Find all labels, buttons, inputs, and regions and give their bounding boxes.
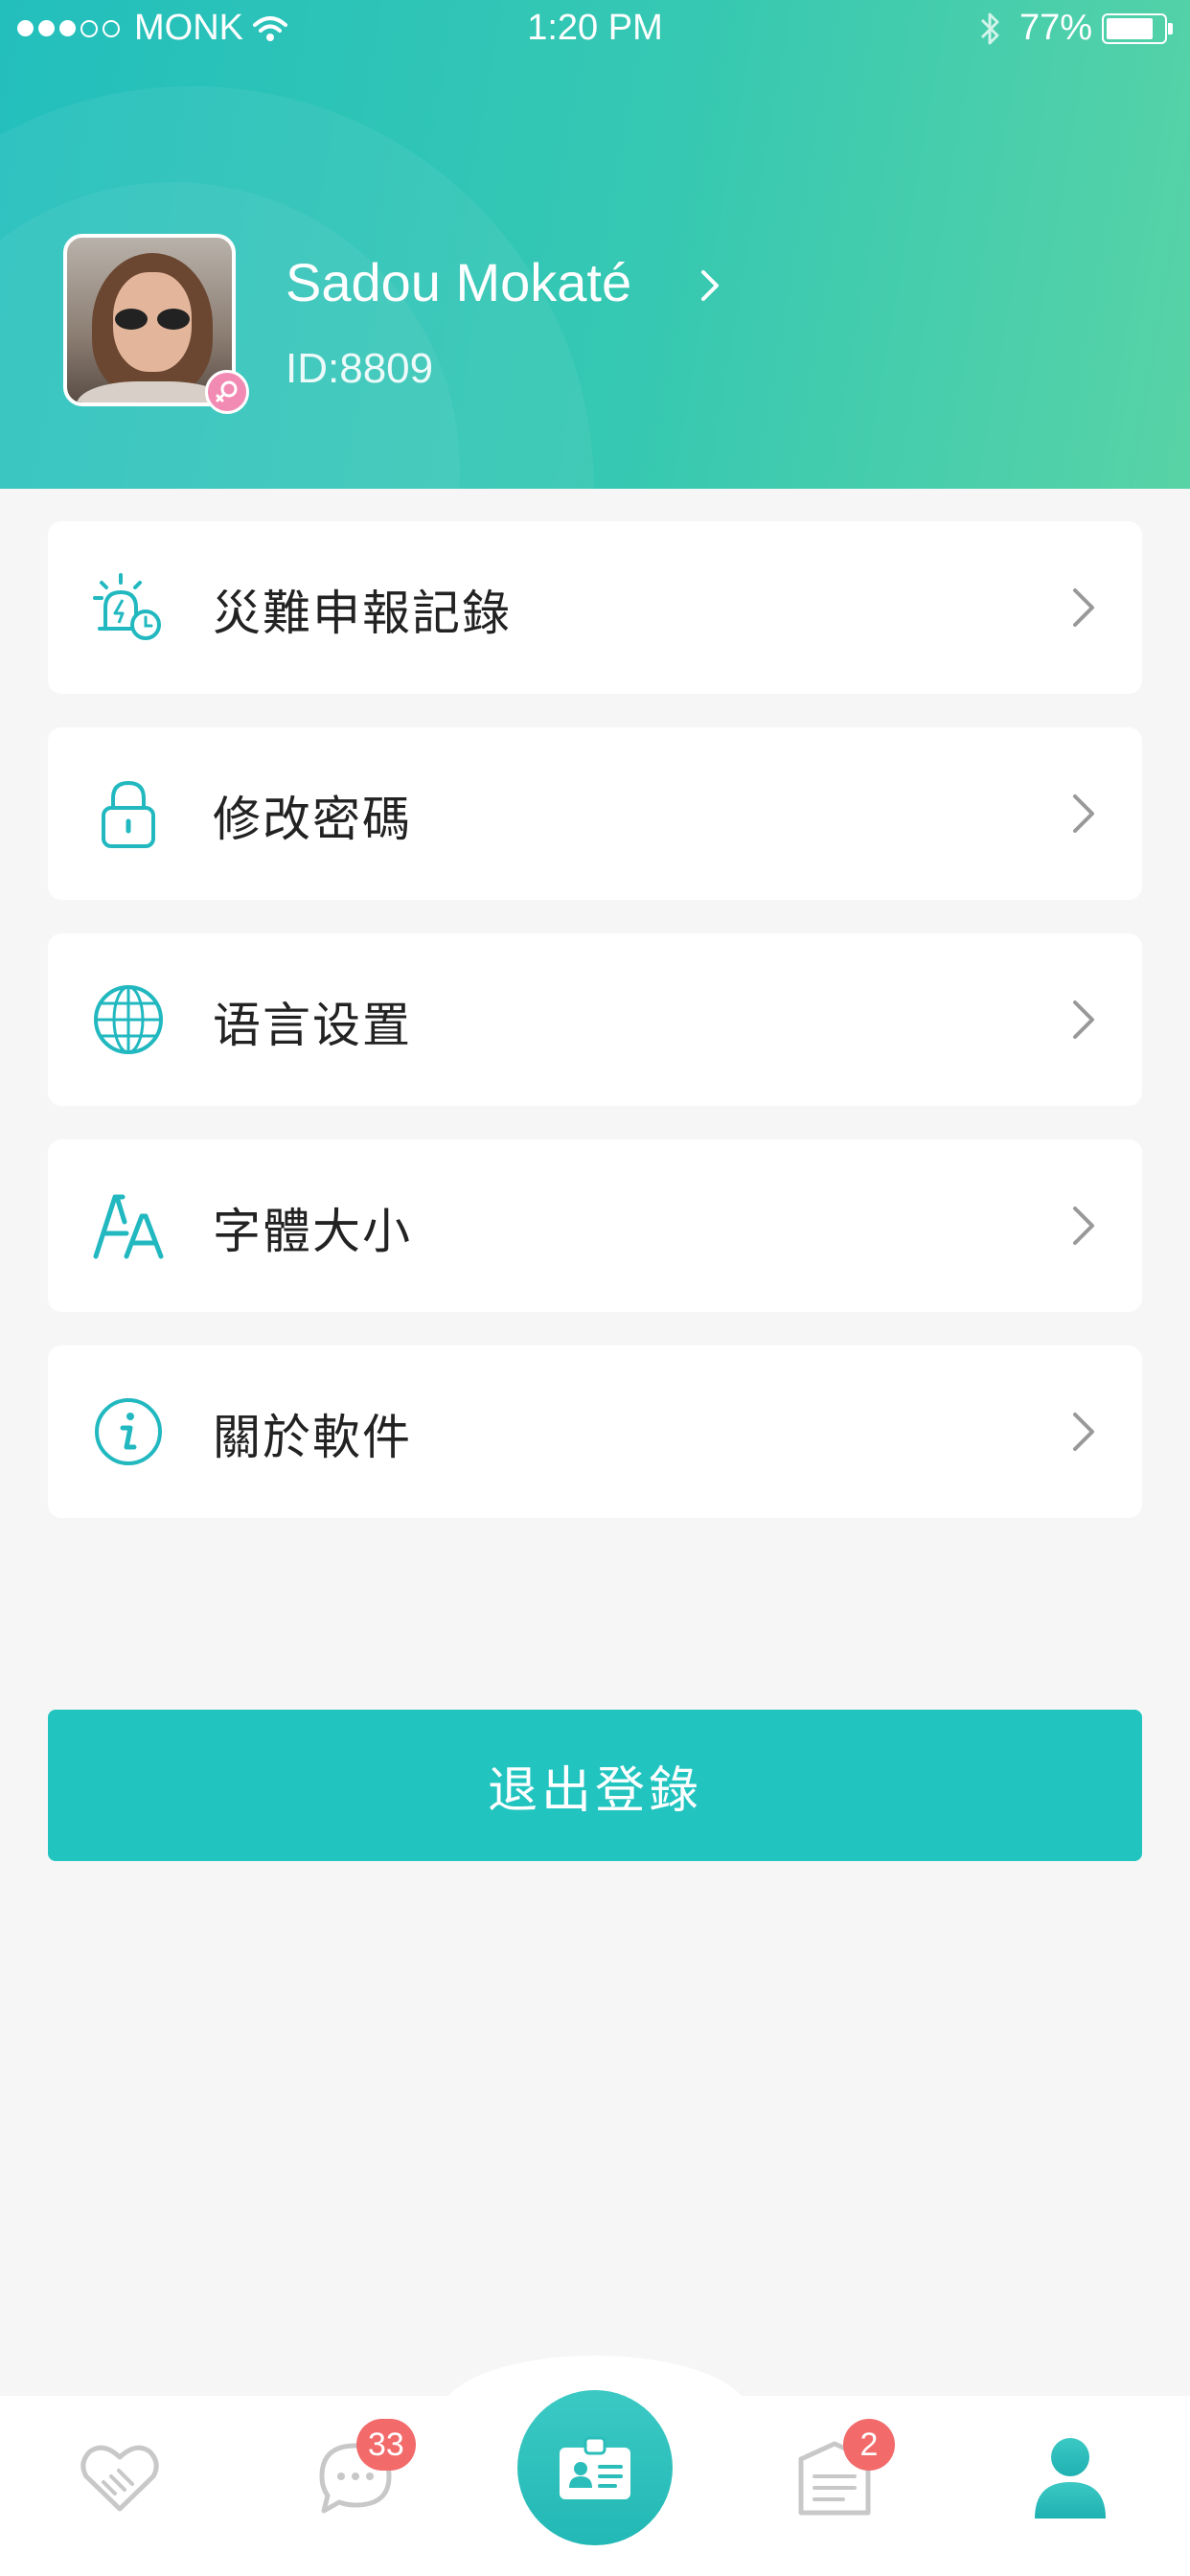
menu-item-change-password[interactable]: 修改密碼 <box>48 727 1142 900</box>
menu-item-label: 災難申報記錄 <box>213 586 512 641</box>
messages-badge: 33 <box>356 2419 416 2471</box>
globe-icon <box>94 985 163 1054</box>
handshake-icon <box>80 2445 159 2512</box>
female-icon <box>205 370 249 414</box>
battery-percent: 77% <box>1018 8 1092 48</box>
chevron-right-icon <box>1073 1000 1094 1039</box>
font-size-icon <box>93 1194 164 1259</box>
profile-id: ID:8809 <box>286 345 434 392</box>
menu-item-label: 语言设置 <box>213 998 412 1053</box>
status-right: 77% <box>977 8 1173 49</box>
tab-id-card[interactable] <box>517 2390 673 2545</box>
bluetooth-icon <box>980 12 999 44</box>
chevron-right-icon <box>1073 794 1094 833</box>
logout-button[interactable]: 退出登錄 <box>48 1710 1142 1861</box>
menu-item-font-size[interactable]: 字體大小 <box>48 1139 1142 1312</box>
menu-item-language[interactable]: 语言设置 <box>48 933 1142 1106</box>
reports-badge: 2 <box>843 2419 895 2471</box>
disaster-alarm-icon <box>93 573 161 640</box>
profile-icon <box>1035 2438 1106 2518</box>
status-bar: MONK 1:20 PM 77% <box>0 0 1190 58</box>
chevron-right-icon <box>1073 588 1094 627</box>
chevron-right-icon <box>1073 1413 1094 1451</box>
menu-item-label: 關於軟件 <box>213 1410 412 1465</box>
chevron-right-icon[interactable] <box>696 266 724 305</box>
tab-profile[interactable] <box>1027 2434 1113 2520</box>
lock-icon <box>102 780 155 848</box>
menu-item-about[interactable]: 關於軟件 <box>48 1346 1142 1518</box>
menu-item-label: 字體大小 <box>213 1204 412 1259</box>
info-icon <box>95 1398 162 1465</box>
chevron-right-icon <box>1073 1207 1094 1245</box>
profile-name[interactable]: Sadou Mokaté <box>286 251 631 313</box>
battery-icon <box>1102 12 1173 44</box>
tab-cooperation[interactable] <box>77 2434 163 2520</box>
menu-item-disaster-records[interactable]: 災難申報記錄 <box>48 521 1142 694</box>
menu-item-label: 修改密碼 <box>213 792 412 847</box>
id-card-icon <box>560 2436 630 2499</box>
